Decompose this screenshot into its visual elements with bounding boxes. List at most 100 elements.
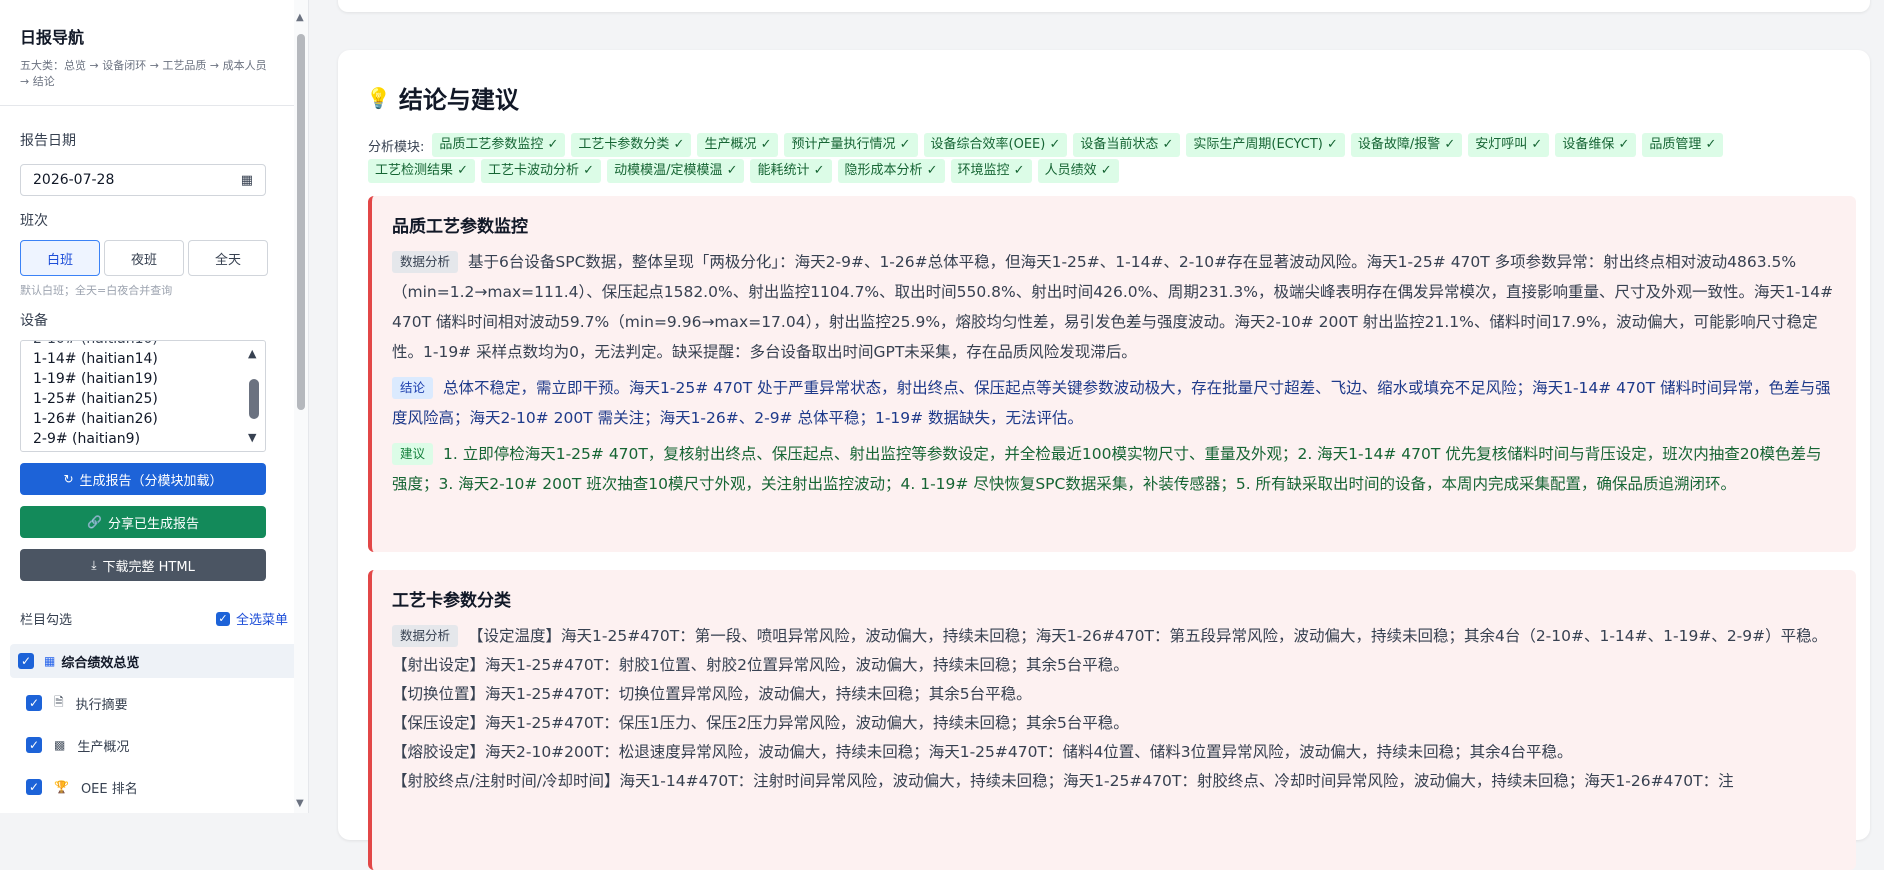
menu-group-overview[interactable]: ✓ ▦ 综合绩效总览 [10, 644, 298, 678]
module-tags: 分析模块: 品质工艺参数监控 ✓ 工艺卡参数分类 ✓ 生产概况 ✓ 预计产量执行… [368, 133, 1828, 183]
factory-icon: ▩ [54, 738, 66, 752]
scroll-down-icon[interactable]: ▼ [248, 431, 256, 444]
section-header: 栏目勾选 ✓ 全选菜单 [20, 609, 288, 628]
share-report-button[interactable]: 🔗 分享已生成报告 [20, 506, 266, 538]
module-tag: 安灯呼叫 ✓ [1468, 133, 1550, 157]
device-option[interactable]: 1-19# (haitian19) [21, 369, 265, 389]
analysis-line: 【射胶终点/注射时间/冷却时间】海天1-14#470T：注射时间异常风险，波动偏… [392, 772, 1734, 790]
menu-item-summary[interactable]: ✓ 🗎 执行摘要 [0, 682, 308, 724]
select-all-checkbox[interactable]: ✓ [215, 611, 230, 626]
device-option[interactable]: 1-26# (haitian26) [21, 409, 265, 429]
select-all-label: 全选菜单 [235, 613, 288, 628]
analysis-paragraph: 数据分析 基于6台设备SPC数据，整体呈现「两极分化」：海天2-9#、1-26#总… [392, 247, 1836, 367]
module-tag: 设备当前状态 ✓ [1073, 133, 1181, 157]
module-tag: 设备故障/报警 ✓ [1350, 133, 1463, 157]
module-tag: 实际生产周期(ECYCT) ✓ [1186, 133, 1345, 157]
download-html-button[interactable]: ⤓ 下载完整 HTML [20, 549, 266, 581]
scroll-down-icon[interactable]: ▼ [296, 798, 304, 809]
sidebar-title: 日报导航 [20, 28, 85, 47]
module-tag: 生产概况 ✓ [697, 133, 779, 157]
panel-title: 工艺卡参数分类 [392, 591, 511, 611]
module-tag: 工艺卡参数分类 ✓ [571, 133, 692, 157]
menu-checkbox[interactable]: ✓ [26, 695, 42, 711]
suggestion-badge: 建议 [392, 443, 434, 465]
select-all-toggle[interactable]: ✓ 全选菜单 [215, 609, 288, 628]
menu-checkbox[interactable]: ✓ [26, 737, 42, 753]
device-scroll-thumb[interactable] [249, 379, 259, 419]
sidebar-header: 日报导航 五大类：总览 → 设备闭环 → 工艺品质 → 成本人员 → 结论 [0, 0, 308, 106]
sidebar-scroll-thumb[interactable] [297, 34, 305, 410]
shift-selector: 白班 夜班 全天 [20, 240, 288, 276]
module-tag: 动模模温/定模模温 ✓ [607, 159, 745, 183]
quality-panel: 品质工艺参数监控 数据分析 基于6台设备SPC数据，整体呈现「两极分化」：海天2-… [368, 196, 1856, 552]
date-input[interactable]: 2026-07-28 ▦ [20, 164, 266, 196]
module-tag: 工艺卡波动分析 ✓ [481, 159, 602, 183]
module-tag: 品质管理 ✓ [1642, 133, 1724, 157]
shift-allday-button[interactable]: 全天 [188, 240, 268, 276]
analysis-line: 【保压设定】海天1-25#470T：保压1压力、保压2压力异常风险，波动偏大，持… [392, 714, 1129, 732]
conclusion-text: 总体不稳定，需立即干预。海天1-25# 470T 处于严重异常状态，射出终点、保… [392, 379, 1831, 427]
document-icon: 🗎 [54, 694, 64, 709]
previous-card [338, 0, 1870, 12]
menu-item-oee[interactable]: ✓ 🏆 OEE 排名 [0, 766, 308, 808]
device-label: 设备 [20, 313, 48, 329]
analysis-badge: 数据分析 [392, 625, 459, 647]
analysis-badge: 数据分析 [392, 251, 459, 273]
shift-night-button[interactable]: 夜班 [104, 240, 184, 276]
trophy-icon: 🏆 [54, 780, 69, 794]
date-value: 2026-07-28 [33, 172, 115, 188]
generate-report-button[interactable]: ↻ 生成报告（分模块加载） [20, 463, 266, 495]
refresh-icon: ↻ [63, 472, 74, 486]
device-option[interactable]: 2-9# (haitian9) [21, 429, 265, 449]
analysis-line: 【射出设定】海天1-25#470T：射胶1位置、射胶2位置异常风险，波动偏大，持… [392, 656, 1129, 674]
sidebar: 日报导航 五大类：总览 → 设备闭环 → 工艺品质 → 成本人员 → 结论 报告… [0, 0, 309, 813]
suggestion-paragraph: 建议 1. 立即停检海天1-25# 470T，复核射出终点、保压起点、射出监控等参… [392, 439, 1836, 499]
scroll-up-icon[interactable]: ▲ [248, 347, 256, 360]
analysis-line: 【切换位置】海天1-25#470T：切换位置异常风险，波动偏大，持续未回稳；其余… [392, 685, 1032, 703]
analysis-text: 基于6台设备SPC数据，整体呈现「两极分化」：海天2-9#、1-26#总体平稳，… [392, 253, 1834, 361]
group-checkbox[interactable]: ✓ [18, 653, 34, 669]
sidebar-scrollbar[interactable]: ▲ ▼ [294, 0, 308, 813]
group-label: 综合绩效总览 [61, 655, 140, 671]
device-multiselect[interactable]: 2-10# (haitian10) 1-14# (haitian14) 1-19… [20, 340, 266, 452]
module-tag: 人员绩效 ✓ [1037, 159, 1119, 183]
shift-hint: 默认白班；全天=白夜合并查询 [20, 284, 173, 297]
module-tag: 隐形成本分析 ✓ [837, 159, 945, 183]
device-option[interactable]: 1-25# (haitian25) [21, 389, 265, 409]
module-tag: 设备维保 ✓ [1555, 133, 1637, 157]
conclusion-card: 💡 结论与建议 分析模块: 品质工艺参数监控 ✓ 工艺卡参数分类 ✓ 生产概况 … [338, 50, 1870, 870]
download-icon: ⤓ [91, 557, 97, 572]
menu-item-production[interactable]: ✓ ▩ 生产概况 [0, 724, 308, 766]
section-label: 栏目勾选 [20, 613, 73, 628]
sidebar-subtitle: 五大类：总览 → 设备闭环 → 工艺品质 → 成本人员 → 结论 [20, 59, 267, 88]
download-html-label: 下载完整 HTML [102, 559, 195, 575]
bar-chart-icon: ▦ [44, 654, 56, 668]
analysis-line: 【熔胶设定】海天2-10#200T：松退速度异常风险，波动偏大，持续未回稳；海天… [392, 743, 1573, 761]
module-tag: 品质工艺参数监控 ✓ [432, 133, 566, 157]
menu-checkbox[interactable]: ✓ [26, 779, 42, 795]
analysis-paragraph: 数据分析 【设定温度】海天1-25#470T：第一段、喷咀异常风险，波动偏大，持续… [392, 621, 1836, 651]
analysis-line: 【设定温度】海天1-25#470T：第一段、喷咀异常风险，波动偏大，持续未回稳；… [468, 627, 1828, 645]
generate-report-label: 生成报告（分模块加载） [79, 473, 223, 489]
shift-day-button[interactable]: 白班 [20, 240, 100, 276]
shift-label: 班次 [20, 213, 48, 229]
scroll-up-icon[interactable]: ▲ [296, 12, 304, 23]
card-title-text: 结论与建议 [398, 86, 519, 114]
modules-label: 分析模块: [368, 139, 425, 155]
device-option[interactable]: 1-14# (haitian14) [21, 349, 265, 369]
link-icon: 🔗 [87, 515, 102, 529]
module-tag: 预计产量执行情况 ✓ [784, 133, 918, 157]
module-tag: 设备综合效率(OEE) ✓ [923, 133, 1068, 157]
conclusion-badge: 结论 [392, 377, 434, 399]
process-card-panel: 工艺卡参数分类 数据分析 【设定温度】海天1-25#470T：第一段、喷咀异常风险… [368, 570, 1856, 870]
device-option[interactable]: 2-10# (haitian10) [21, 341, 265, 349]
card-title: 💡 结论与建议 [366, 80, 519, 115]
calendar-icon[interactable]: ▦ [241, 173, 253, 188]
date-label: 报告日期 [20, 133, 76, 149]
menu-item-label: 生产概况 [77, 739, 130, 755]
conclusion-paragraph: 结论 总体不稳定，需立即干预。海天1-25# 470T 处于严重异常状态，射出终点… [392, 373, 1836, 433]
device-list-scrollbar[interactable]: ▲ ▼ [243, 341, 265, 451]
panel-title: 品质工艺参数监控 [392, 217, 528, 237]
suggestion-text: 1. 立即停检海天1-25# 470T，复核射出终点、保压起点、射出监控等参数设… [392, 445, 1822, 493]
module-tag: 工艺检测结果 ✓ [368, 159, 476, 183]
